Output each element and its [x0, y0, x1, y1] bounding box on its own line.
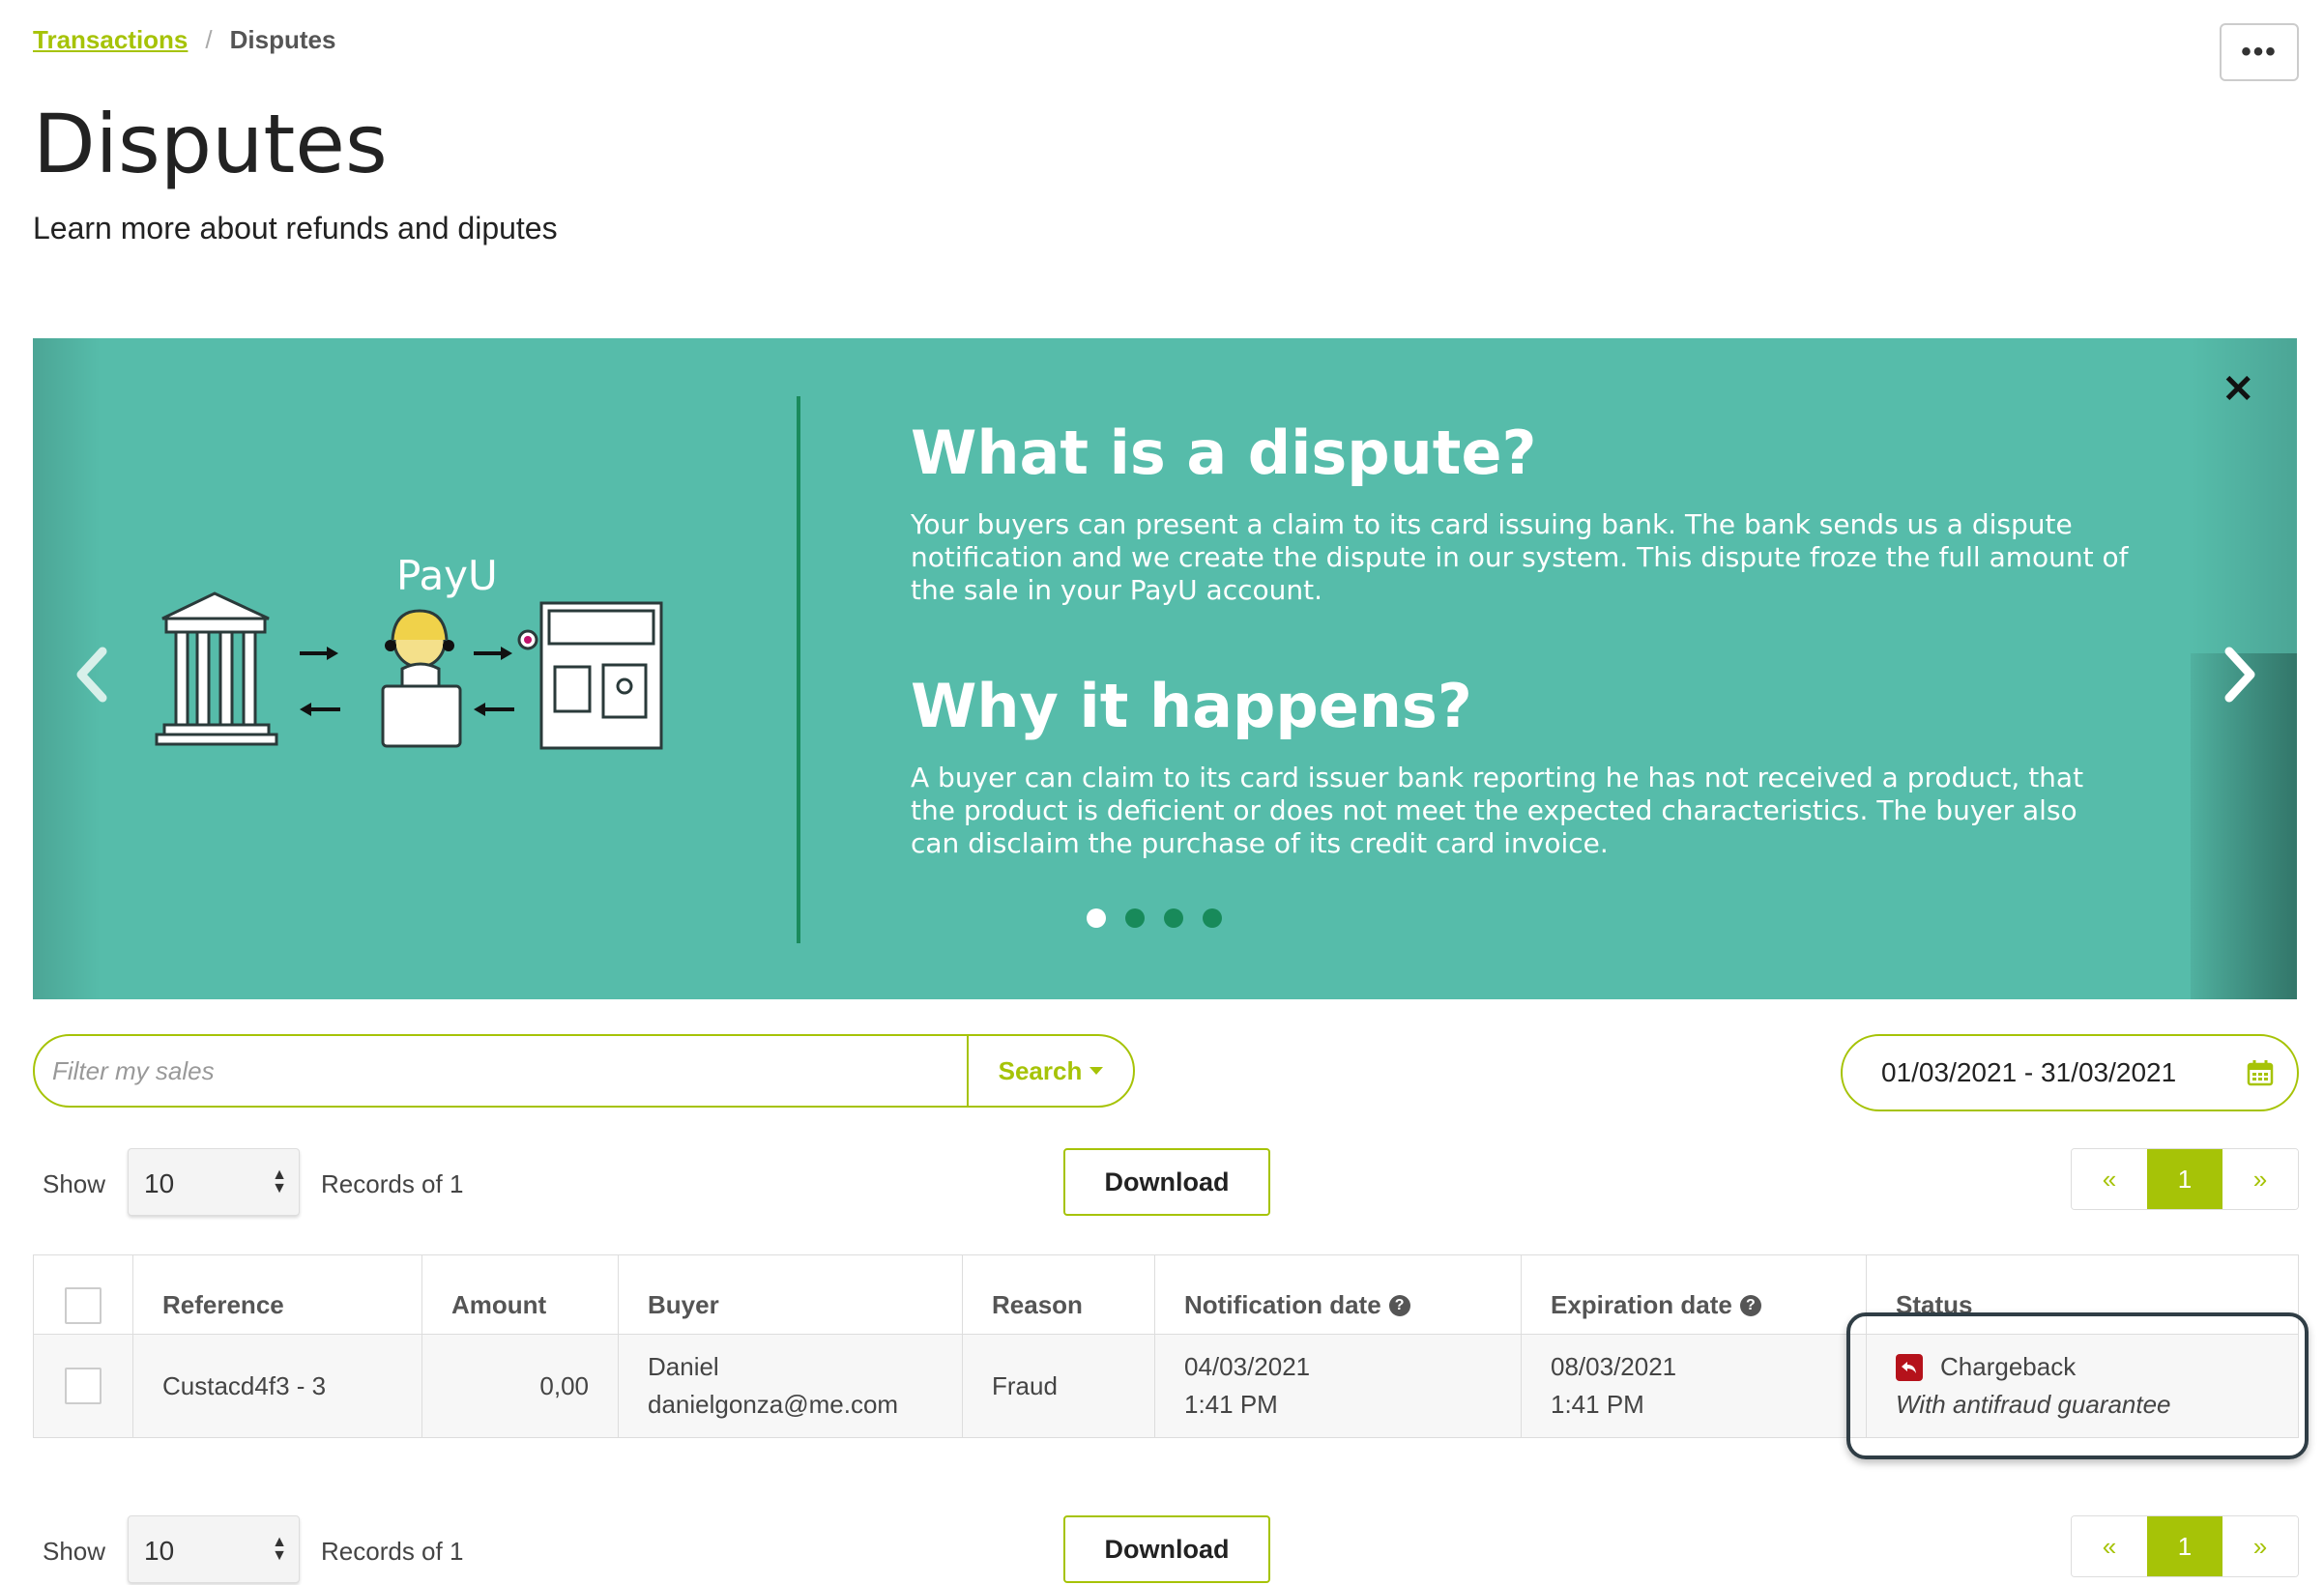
help-icon[interactable]: ?: [1739, 1294, 1761, 1316]
transfer-arrows-right: [474, 647, 514, 716]
page-1-button[interactable]: 1: [2147, 1516, 2222, 1576]
dispute-illustration: PayU: [149, 551, 748, 802]
carousel-indicators: [1087, 908, 1222, 928]
cell-reason: Fraud: [963, 1335, 1155, 1437]
select-arrows-icon: ▲ ▼: [272, 1534, 287, 1564]
date-range-picker[interactable]: 01/03/2021 - 31/03/2021: [1841, 1034, 2299, 1111]
records-count: Records of 1: [321, 1169, 464, 1198]
calendar-icon[interactable]: [2247, 1059, 2274, 1093]
transfer-arrows-left: [300, 647, 340, 716]
expiration-date: 08/03/2021: [1551, 1352, 1677, 1381]
page-size-select[interactable]: 10 ▲ ▼: [128, 1515, 300, 1583]
header-buyer[interactable]: Buyer: [619, 1255, 963, 1334]
search-label: Search: [998, 1055, 1083, 1085]
page-1-button[interactable]: 1: [2147, 1149, 2222, 1209]
header-expiration-date[interactable]: Expiration date?: [1522, 1255, 1867, 1334]
download-button[interactable]: Download: [1063, 1148, 1270, 1216]
banner-text-why: A buyer can claim to its card issuer ban…: [911, 762, 2084, 859]
header-amount[interactable]: Amount: [422, 1255, 619, 1334]
filter-sales-input[interactable]: [35, 1036, 967, 1106]
disputes-table: Reference Amount Buyer Reason Notificati…: [33, 1254, 2299, 1438]
search-dropdown-button[interactable]: Search: [967, 1036, 1133, 1106]
carousel-dot-1[interactable]: [1087, 908, 1106, 928]
cell-expiration-date: 08/03/2021 1:41 PM: [1522, 1335, 1867, 1437]
cell-status[interactable]: Chargeback With antifraud guarantee: [1867, 1335, 2298, 1437]
header-notification-date[interactable]: Notification date?: [1155, 1255, 1522, 1334]
header-reference[interactable]: Reference: [133, 1255, 422, 1334]
header-notification-label: Notification date: [1184, 1290, 1381, 1319]
filter-bar: Search: [33, 1034, 1135, 1108]
download-button[interactable]: Download: [1063, 1515, 1270, 1583]
header-expiration-label: Expiration date: [1551, 1290, 1732, 1319]
breadcrumb-separator: /: [205, 25, 213, 54]
status-label: Chargeback: [1940, 1352, 2077, 1381]
select-arrows-icon: ▲ ▼: [272, 1167, 287, 1196]
banner-heading-why: Why it happens?: [911, 671, 1472, 741]
header-reason[interactable]: Reason: [963, 1255, 1155, 1334]
pagination: « 1 »: [2071, 1148, 2299, 1210]
page-title: Disputes: [33, 97, 388, 191]
breadcrumb-transactions-link[interactable]: Transactions: [33, 25, 188, 55]
expiration-time: 1:41 PM: [1551, 1390, 1644, 1419]
records-count: Records of 1: [321, 1537, 464, 1566]
buyer-name: Daniel: [648, 1352, 719, 1381]
page-size-value: 10: [144, 1536, 175, 1566]
carousel-next-icon[interactable]: [2220, 646, 2258, 708]
banner-text-what: Your buyers can present a claim to its c…: [911, 508, 2129, 606]
cell-buyer: Daniel danielgonza@me.com: [619, 1335, 963, 1437]
select-all-checkbox[interactable]: [65, 1286, 102, 1324]
help-icon[interactable]: ?: [1388, 1294, 1410, 1316]
prev-page-button[interactable]: «: [2072, 1516, 2147, 1576]
header-status[interactable]: Status: [1867, 1255, 2298, 1334]
banner-divider: [797, 396, 800, 943]
payu-brand: PayU: [396, 552, 498, 599]
banner-heading-what: What is a dispute?: [911, 418, 1537, 488]
support-agent-icon: [381, 609, 462, 748]
table-row[interactable]: Custacd4f3 - 3 0,00 Daniel danielgonza@me…: [34, 1335, 2298, 1437]
store-icon: [517, 601, 663, 750]
more-options-button[interactable]: •••: [2220, 23, 2299, 81]
cell-notification-date: 04/03/2021 1:41 PM: [1155, 1335, 1522, 1437]
notification-time: 1:41 PM: [1184, 1390, 1278, 1419]
page-size-value: 10: [144, 1168, 175, 1198]
cell-reference: Custacd4f3 - 3: [133, 1335, 422, 1437]
status-note: With antifraud guarantee: [1896, 1390, 2171, 1419]
header-select-cell: [34, 1255, 133, 1334]
next-page-button[interactable]: »: [2222, 1149, 2298, 1209]
bank-icon: [155, 591, 278, 746]
breadcrumb: Transactions / Disputes: [33, 25, 335, 55]
pagination: « 1 »: [2071, 1515, 2299, 1577]
next-page-button[interactable]: »: [2222, 1516, 2298, 1576]
date-range-value: 01/03/2021 - 31/03/2021: [1881, 1057, 2177, 1087]
close-banner-icon[interactable]: ✕: [2222, 367, 2254, 412]
row-checkbox[interactable]: [65, 1368, 102, 1404]
buyer-email: danielgonza@me.com: [648, 1390, 899, 1419]
page-size-select[interactable]: 10 ▲ ▼: [128, 1148, 300, 1216]
chargeback-icon: [1896, 1353, 1923, 1381]
notification-date: 04/03/2021: [1184, 1352, 1311, 1381]
cell-amount: 0,00: [422, 1335, 619, 1437]
table-controls-top: Show 10 ▲ ▼ Records of 1 Download « 1 »: [33, 1148, 2299, 1218]
prev-page-button[interactable]: «: [2072, 1149, 2147, 1209]
table-header-row: Reference Amount Buyer Reason Notificati…: [34, 1255, 2298, 1335]
breadcrumb-current: Disputes: [229, 25, 336, 54]
caret-down-icon: [1089, 1067, 1104, 1075]
more-icon: •••: [2241, 36, 2278, 68]
carousel-prev-icon[interactable]: [73, 646, 112, 708]
carousel-dot-4[interactable]: [1203, 908, 1222, 928]
carousel-dot-3[interactable]: [1164, 908, 1183, 928]
show-label: Show: [43, 1537, 106, 1566]
show-label: Show: [43, 1169, 106, 1198]
table-controls-bottom: Show 10 ▲ ▼ Records of 1 Download « 1 »: [33, 1515, 2299, 1585]
info-carousel: ✕ PayU What is a dispute? Your buyers ca…: [33, 338, 2297, 999]
page-subtitle: Learn more about refunds and diputes: [33, 211, 558, 245]
carousel-dot-2[interactable]: [1125, 908, 1145, 928]
row-select-cell: [34, 1335, 133, 1437]
